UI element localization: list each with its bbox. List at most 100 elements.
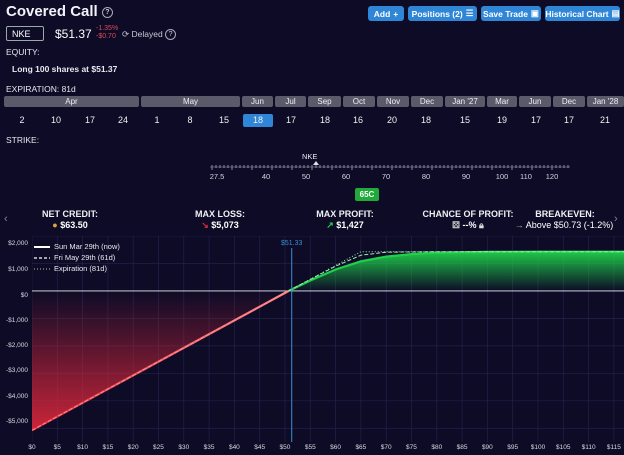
y-tick: -$2,000 [5,342,28,349]
month-sep: Sep [308,96,341,107]
legend-label: Expiration (81d) [54,264,107,273]
legend-item-may[interactable]: Fri May 29th (61d) [34,252,120,263]
expiration-day[interactable]: 16 [346,114,370,127]
plus-icon: + [393,8,399,19]
add-button[interactable]: Add + [368,6,404,21]
expiration-day[interactable]: 18 [414,114,438,127]
x-tick: $110 [581,444,596,451]
price-change-abs: -$0.70 [96,33,116,40]
x-tick: $115 [606,444,621,451]
x-tick: $60 [330,444,341,451]
month-may: May [141,96,240,107]
coins-icon: ● [52,220,58,230]
save-trade-label: Save Trade [483,8,528,19]
chevron-left-icon[interactable]: ‹ [4,213,8,225]
chance-of-profit-value: ⚄ --% 🔒︎ [418,220,518,231]
x-tick: $65 [355,444,367,451]
expiration-day[interactable]: 15 [212,114,236,127]
breakeven-label: BREAKEVEN: [535,209,595,219]
stock-price: $51.37 [55,27,92,41]
dice-icon: ⚄ [452,220,460,230]
expiration-day[interactable]: 15 [453,114,477,127]
delayed-indicator: ⟳ Delayed ? [122,29,177,41]
selected-strike-chip[interactable]: 65C [355,188,379,201]
strike-tick: 50 [301,172,311,181]
month-nov: Nov [377,96,409,107]
chart-icon: ▤ [611,8,620,18]
x-tick: $10 [77,444,89,451]
historical-chart-button[interactable]: Historical Chart ▤ [545,6,620,21]
save-icon: ▣ [530,8,539,18]
profit-area [288,251,624,291]
x-tick: $55 [304,444,316,451]
chance-of-profit-label: CHANCE OF PROFIT: [422,209,514,219]
chance-of-profit-amount: --% [462,220,477,230]
positions-button-label: Positions (2) [411,8,463,19]
legend-item-now[interactable]: Sun Mar 29th (now) [34,241,120,252]
save-trade-button[interactable]: Save Trade ▣ [481,6,541,21]
expiration-day[interactable]: 8 [178,114,202,127]
max-loss-value: ↘ $5,073 [180,220,260,231]
strike-label: STRIKE: [6,135,40,145]
historical-chart-label: Historical Chart [545,8,609,19]
legend-item-expiration[interactable]: Expiration (81d) [34,263,120,274]
breakeven-value: → Above $50.73 (-1.2%) [506,220,622,230]
month-jun: Jun [242,96,273,107]
expiration-label: EXPIRATION: 81d [6,84,76,94]
delayed-help-icon[interactable]: ? [165,29,177,41]
strike-slider[interactable] [200,160,580,172]
expiration-day[interactable]: 17 [279,114,303,127]
x-tick: $80 [431,444,443,451]
y-tick: $0 [20,292,28,299]
x-tick: $100 [530,444,546,451]
page-title-text: Covered Call [6,3,98,20]
equity-position: Long 100 shares at $51.37 [12,64,118,74]
expiration-day[interactable]: 2 [10,114,34,127]
legend-label: Sun Mar 29th (now) [54,242,120,251]
lock-icon[interactable]: 🔒︎ [479,220,484,230]
net-credit-amount: $63.50 [60,220,88,230]
up-arrow-icon: ↗ [326,220,334,230]
month-jan27: Jan '27 [445,96,485,107]
chart-legend: Sun Mar 29th (now) Fri May 29th (61d) Ex… [34,241,120,274]
expiration-day[interactable]: 17 [557,114,581,127]
x-tick: $75 [406,444,417,451]
expiration-day[interactable]: 20 [380,114,404,127]
expiration-day[interactable]: 24 [111,114,135,127]
x-tick: $95 [507,444,519,451]
page-title: Covered Call ? [6,3,113,20]
expiration-day[interactable]: 18 [313,114,337,127]
pnl-chart[interactable]: $51.33 [32,236,624,442]
price-change: -1.35% -$0.70 [96,25,118,41]
expiration-day[interactable]: 17 [524,114,548,127]
y-tick: -$4,000 [5,393,28,400]
expiration-day[interactable]: 21 [593,114,617,127]
month-dec: Dec [411,96,443,107]
expiration-day[interactable]: 19 [490,114,514,127]
x-tick: $40 [228,444,240,451]
y-tick: -$5,000 [5,418,28,425]
strike-tick: 40 [261,172,271,181]
x-tick: $35 [203,444,215,451]
ticker-input[interactable]: NKE [6,26,44,41]
expiration-day[interactable]: 10 [44,114,68,127]
strike-tick: 60 [341,172,351,181]
x-tick: $50 [279,444,291,451]
help-icon[interactable]: ? [101,6,113,18]
month-dec27: Dec [553,96,585,107]
positions-button[interactable]: Positions (2) ☰ [408,6,477,21]
x-tick: $30 [178,444,190,451]
refresh-icon[interactable]: ⟳ [122,29,129,39]
price-change-pct: -1.35% [96,25,119,32]
expiration-day[interactable]: 17 [78,114,102,127]
max-loss-label: MAX LOSS: [194,209,245,219]
strike-tick: 100 [495,172,509,181]
strike-tick: 27.5 [209,172,225,181]
expiration-day[interactable]: 1 [145,114,169,127]
equity-label: EQUITY: [6,47,40,57]
month-mar: Mar [487,96,517,107]
expiration-day-selected[interactable]: 18 [243,114,273,127]
y-tick: $1,000 [8,266,28,273]
x-tick: $20 [127,444,139,451]
down-arrow-icon: ↘ [201,220,209,230]
